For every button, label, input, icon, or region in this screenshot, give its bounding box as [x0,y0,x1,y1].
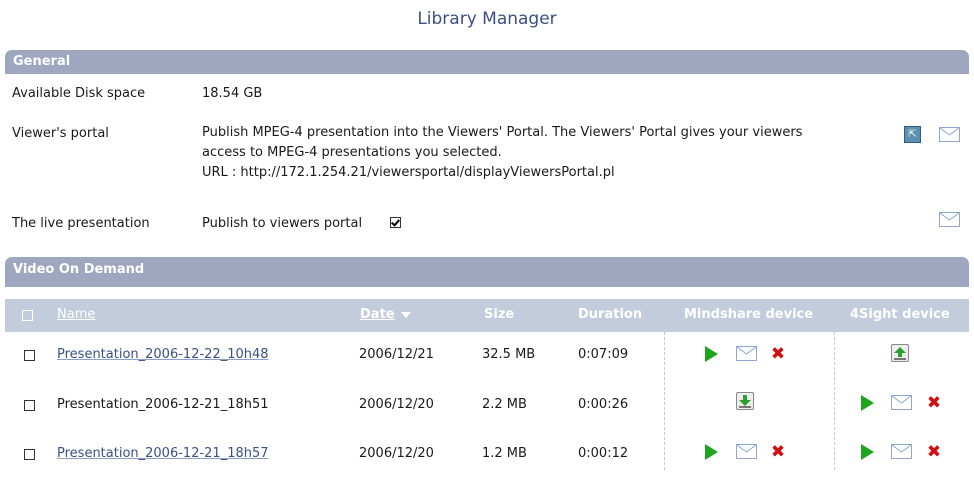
live-presentation-value: Publish to viewers portal [202,216,363,231]
column-duration-header: Duration [578,307,643,322]
page-title: Library Manager [417,9,557,29]
open-portal-icon[interactable]: ⇱ [904,126,921,143]
column-4sight-header: 4Sight device [850,307,950,322]
presentation-name-link[interactable]: Presentation_2006-12-22_10h48 [57,347,269,362]
presentation-duration: 0:00:26 [578,397,629,412]
select-all-checkbox[interactable] [22,310,33,321]
general-section-header: General [5,50,969,74]
presentation-name: Presentation_2006-12-21_18h51 [57,397,269,412]
presentation-duration: 0:07:09 [578,347,629,362]
vod-section-header: Video On Demand [5,257,969,287]
column-divider [664,332,665,470]
portal-url: URL : http://172.1.254.21/viewersportal/… [202,165,615,180]
live-presentation-label: The live presentation [12,216,150,231]
envelope-icon[interactable] [939,212,960,227]
presentation-size: 2.2 MB [482,397,527,412]
row-checkbox[interactable] [24,400,35,411]
delete-icon[interactable]: ✖ [926,395,942,412]
download-icon[interactable] [736,392,754,410]
presentation-date: 2006/12/20 [359,397,434,412]
delete-icon[interactable]: ✖ [770,444,786,461]
column-date-header[interactable]: Date [360,307,411,322]
presentation-size: 1.2 MB [482,446,527,461]
viewers-portal-label: Viewer's portal [12,126,109,141]
viewers-portal-description: Publish MPEG-4 presentation into the Vie… [202,123,802,183]
disk-space-label: Available Disk space [12,86,146,101]
row-checkbox[interactable] [24,449,35,460]
envelope-icon[interactable] [939,127,960,142]
sort-desc-icon [400,311,411,318]
portal-description-line-2: access to MPEG-4 presentations you selec… [202,145,502,160]
play-icon[interactable] [705,346,718,362]
delete-icon[interactable]: ✖ [770,346,786,363]
publish-live-checkbox[interactable] [390,217,401,228]
play-icon[interactable] [861,395,874,411]
row-checkbox[interactable] [24,350,35,361]
envelope-icon[interactable] [736,444,757,459]
column-divider [834,332,835,470]
column-mindshare-header: Mindshare device [684,307,814,322]
envelope-icon[interactable] [891,395,912,410]
disk-space-value: 18.54 GB [202,86,263,101]
date-header-label: Date [360,307,395,322]
delete-icon[interactable]: ✖ [926,444,942,461]
envelope-icon[interactable] [891,444,912,459]
vod-table-header: Name Date Size Duration Mindshare device… [5,299,969,332]
presentation-duration: 0:00:12 [578,446,629,461]
presentation-name-link[interactable]: Presentation_2006-12-21_18h57 [57,446,269,461]
presentation-size: 32.5 MB [482,347,536,362]
play-icon[interactable] [705,444,718,460]
envelope-icon[interactable] [736,346,757,361]
portal-description-line-1: Publish MPEG-4 presentation into the Vie… [202,125,803,140]
presentation-date: 2006/12/20 [359,446,434,461]
play-icon[interactable] [861,444,874,460]
column-size-header: Size [484,307,515,322]
presentation-date: 2006/12/21 [359,347,434,362]
column-name-header[interactable]: Name [57,307,95,322]
upload-icon[interactable] [891,344,909,362]
